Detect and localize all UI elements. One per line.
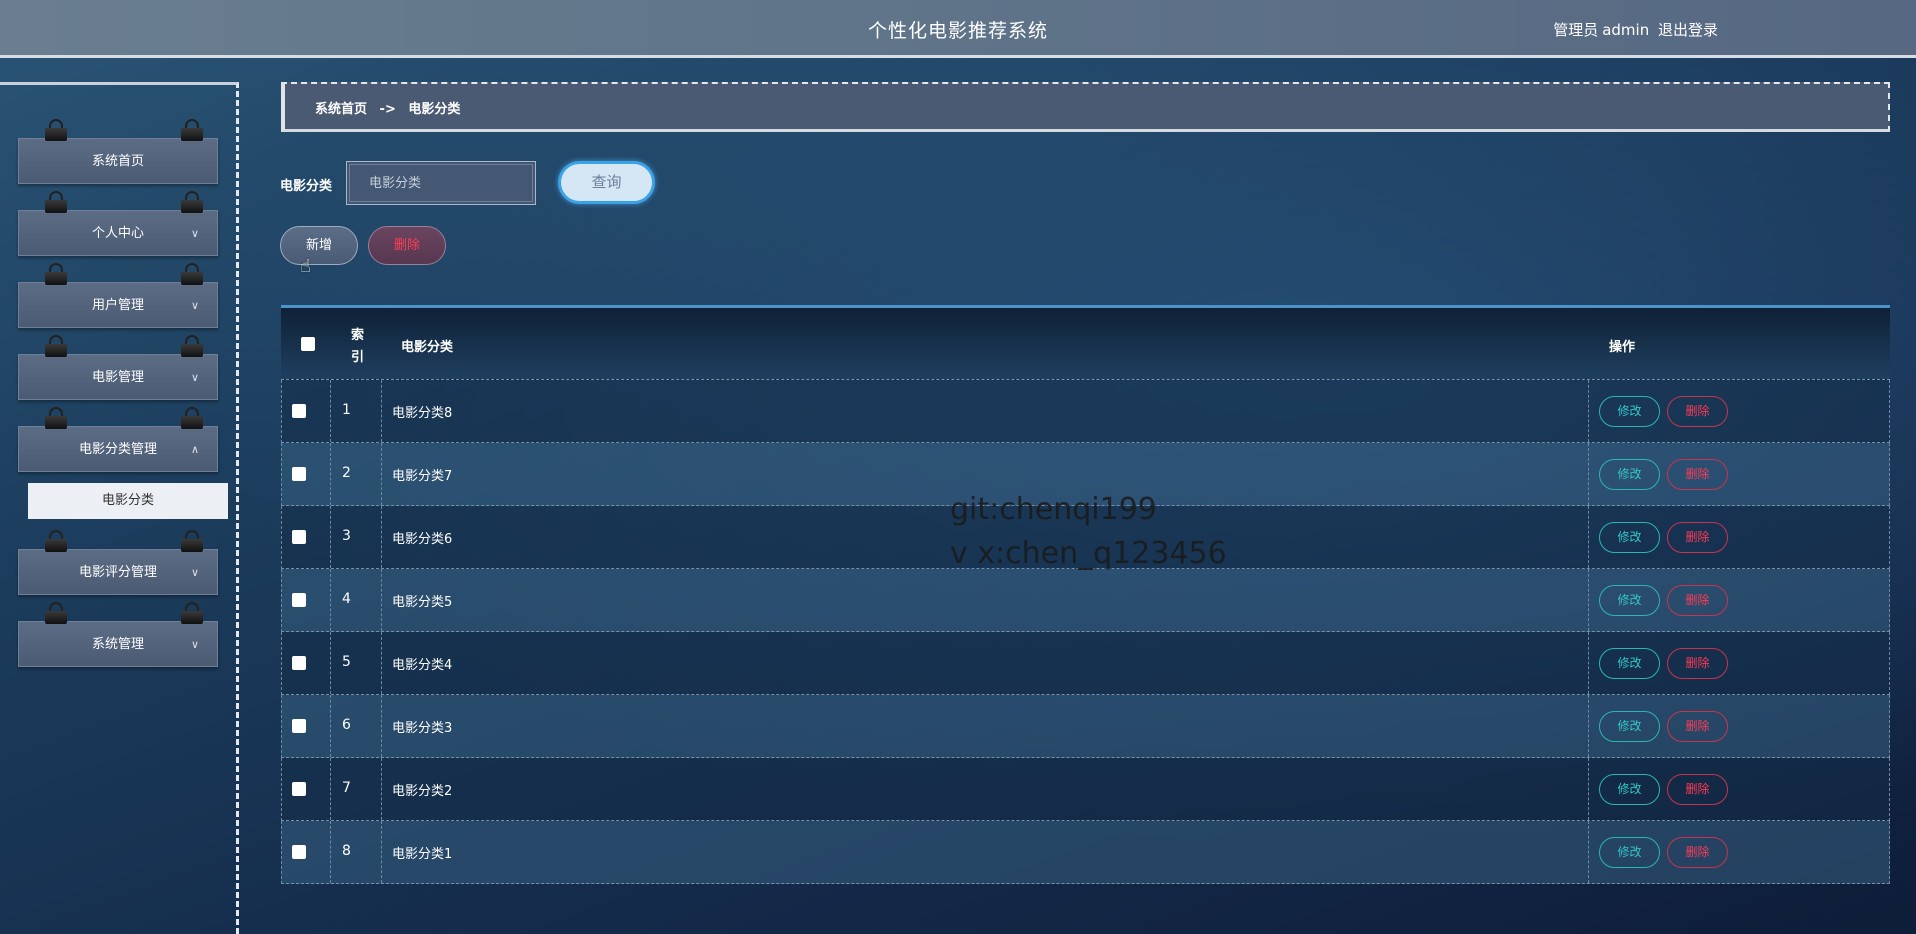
row-category-name: 电影分类4 bbox=[392, 658, 453, 673]
row-checkbox[interactable] bbox=[292, 530, 306, 544]
delete-button[interactable]: 删除 bbox=[1667, 459, 1728, 490]
top-header: 个性化电影推荐系统 管理员 admin 退出登录 bbox=[0, 0, 1916, 58]
search-button[interactable]: 查询 bbox=[558, 161, 655, 204]
table-header: 索引 电影分类 操作 bbox=[281, 308, 1890, 380]
row-category-name: 电影分类7 bbox=[392, 469, 453, 484]
binder-clip-icon bbox=[45, 530, 67, 554]
sidebar-item-movies[interactable]: 电影管理 ∨ bbox=[18, 335, 218, 400]
chevron-down-icon: ∨ bbox=[190, 638, 199, 651]
logout-link[interactable]: 退出登录 bbox=[1658, 21, 1718, 39]
watermark-line: v x:chen_q123456 bbox=[950, 536, 1227, 571]
binder-clip-icon bbox=[45, 263, 67, 287]
sidebar-item-ratings[interactable]: 电影评分管理 ∨ bbox=[18, 530, 218, 595]
delete-button[interactable]: 删除 bbox=[1667, 396, 1728, 427]
watermark-line: git:chenqi199 bbox=[950, 492, 1157, 527]
user-role: 管理员 bbox=[1553, 21, 1599, 39]
breadcrumb-home[interactable]: 系统首页 bbox=[315, 102, 367, 117]
row-index: 2 bbox=[342, 465, 351, 481]
row-category-name: 电影分类2 bbox=[392, 784, 453, 799]
sidebar-item-category-mgmt[interactable]: 电影分类管理 ∧ bbox=[18, 407, 218, 472]
row-category-name: 电影分类5 bbox=[392, 595, 453, 610]
watermark: git:chenqi199 v x:chen_q123456 bbox=[950, 488, 1227, 576]
row-checkbox[interactable] bbox=[292, 845, 306, 859]
binder-clip-icon bbox=[45, 191, 67, 215]
row-checkbox[interactable] bbox=[292, 782, 306, 796]
sidebar-item-users[interactable]: 用户管理 ∨ bbox=[18, 263, 218, 328]
delete-button[interactable]: 删除 bbox=[1667, 522, 1728, 553]
sidebar-item-label: 个人中心 bbox=[91, 226, 144, 241]
header-actions: 操作 bbox=[1609, 340, 1636, 355]
edit-button[interactable]: 修改 bbox=[1599, 711, 1660, 742]
table-row: 1 电影分类8 修改 删除 bbox=[281, 380, 1890, 443]
chevron-down-icon: ∨ bbox=[190, 227, 199, 240]
search-input[interactable] bbox=[346, 161, 536, 205]
row-checkbox[interactable] bbox=[292, 656, 306, 670]
binder-clip-icon bbox=[181, 119, 203, 143]
category-table: 索引 电影分类 操作 1 电影分类8 修改 删除 2 电影分类7 修改 删除 3 电影分类6 修改删… bbox=[281, 305, 1890, 884]
edit-button[interactable]: 修改 bbox=[1599, 396, 1660, 427]
hand-cursor-icon: ☝ bbox=[300, 256, 311, 277]
header-name: 电影分类 bbox=[401, 340, 454, 355]
table-row: 8 电影分类1 修改 删除 bbox=[281, 821, 1890, 884]
edit-button[interactable]: 修改 bbox=[1599, 648, 1660, 679]
row-category-name: 电影分类1 bbox=[392, 847, 453, 862]
edit-button[interactable]: 修改 bbox=[1599, 585, 1660, 616]
edit-button[interactable]: 修改 bbox=[1599, 837, 1660, 868]
delete-button[interactable]: 删除 bbox=[1667, 585, 1728, 616]
delete-button[interactable]: 删除 bbox=[1667, 774, 1728, 805]
row-index: 7 bbox=[342, 780, 351, 796]
sidebar-item-system[interactable]: 系统管理 ∨ bbox=[18, 602, 218, 667]
delete-button[interactable]: 删除 bbox=[1667, 648, 1728, 679]
edit-button[interactable]: 修改 bbox=[1599, 459, 1660, 490]
row-checkbox[interactable] bbox=[292, 719, 306, 733]
row-index: 8 bbox=[342, 843, 351, 859]
sidebar-item-label: 系统首页 bbox=[91, 154, 144, 169]
row-index: 5 bbox=[342, 654, 351, 670]
delete-button[interactable]: 删除 bbox=[1667, 837, 1728, 868]
binder-clip-icon bbox=[45, 407, 67, 431]
row-index: 1 bbox=[342, 402, 351, 418]
chevron-up-icon: ∧ bbox=[190, 443, 199, 456]
row-category-name: 电影分类6 bbox=[392, 532, 453, 547]
row-category-name: 电影分类8 bbox=[392, 406, 453, 421]
sidebar-item-profile[interactable]: 个人中心 ∨ bbox=[18, 191, 218, 256]
row-index: 4 bbox=[342, 591, 351, 607]
binder-clip-icon bbox=[45, 602, 67, 626]
table-row: 7 电影分类2 修改 删除 bbox=[281, 758, 1890, 821]
sidebar-item-label: 电影管理 bbox=[91, 370, 144, 385]
sidebar-item-label: 系统管理 bbox=[91, 637, 144, 652]
add-button[interactable]: 新增 bbox=[280, 226, 358, 265]
table-row: 5 电影分类4 修改 删除 bbox=[281, 632, 1890, 695]
row-checkbox[interactable] bbox=[292, 404, 306, 418]
chevron-down-icon: ∨ bbox=[190, 566, 199, 579]
row-category-name: 电影分类3 bbox=[392, 721, 453, 736]
breadcrumb-separator: -> bbox=[379, 102, 396, 117]
row-checkbox[interactable] bbox=[292, 467, 306, 481]
table-row: 4 电影分类5 修改 删除 bbox=[281, 569, 1890, 632]
bulk-delete-button[interactable]: 删除 bbox=[368, 226, 446, 265]
chevron-down-icon: ∨ bbox=[190, 371, 199, 384]
sidebar-subitem-category[interactable]: 电影分类 bbox=[28, 483, 228, 519]
row-index: 3 bbox=[342, 528, 351, 544]
sidebar-item-home[interactable]: 系统首页 bbox=[18, 119, 218, 184]
row-index: 6 bbox=[342, 717, 351, 733]
chevron-down-icon: ∨ bbox=[190, 299, 199, 312]
delete-button[interactable]: 删除 bbox=[1667, 711, 1728, 742]
binder-clip-icon bbox=[45, 335, 67, 359]
sidebar-item-label: 用户管理 bbox=[91, 298, 144, 313]
binder-clip-icon bbox=[45, 119, 67, 143]
breadcrumb: 系统首页 -> 电影分类 bbox=[281, 82, 1890, 132]
edit-button[interactable]: 修改 bbox=[1599, 774, 1660, 805]
select-all-checkbox[interactable] bbox=[301, 337, 315, 351]
sidebar-item-label: 电影评分管理 bbox=[78, 565, 157, 580]
row-checkbox[interactable] bbox=[292, 593, 306, 607]
breadcrumb-current: 电影分类 bbox=[408, 102, 461, 117]
edit-button[interactable]: 修改 bbox=[1599, 522, 1660, 553]
search-label: 电影分类 bbox=[280, 179, 333, 194]
username: admin bbox=[1602, 21, 1650, 39]
table-row: 6 电影分类3 修改 删除 bbox=[281, 695, 1890, 758]
sidebar-item-label: 电影分类管理 bbox=[78, 442, 157, 457]
user-area: 管理员 admin 退出登录 bbox=[1549, 19, 1718, 40]
header-index: 索引 bbox=[351, 328, 365, 365]
